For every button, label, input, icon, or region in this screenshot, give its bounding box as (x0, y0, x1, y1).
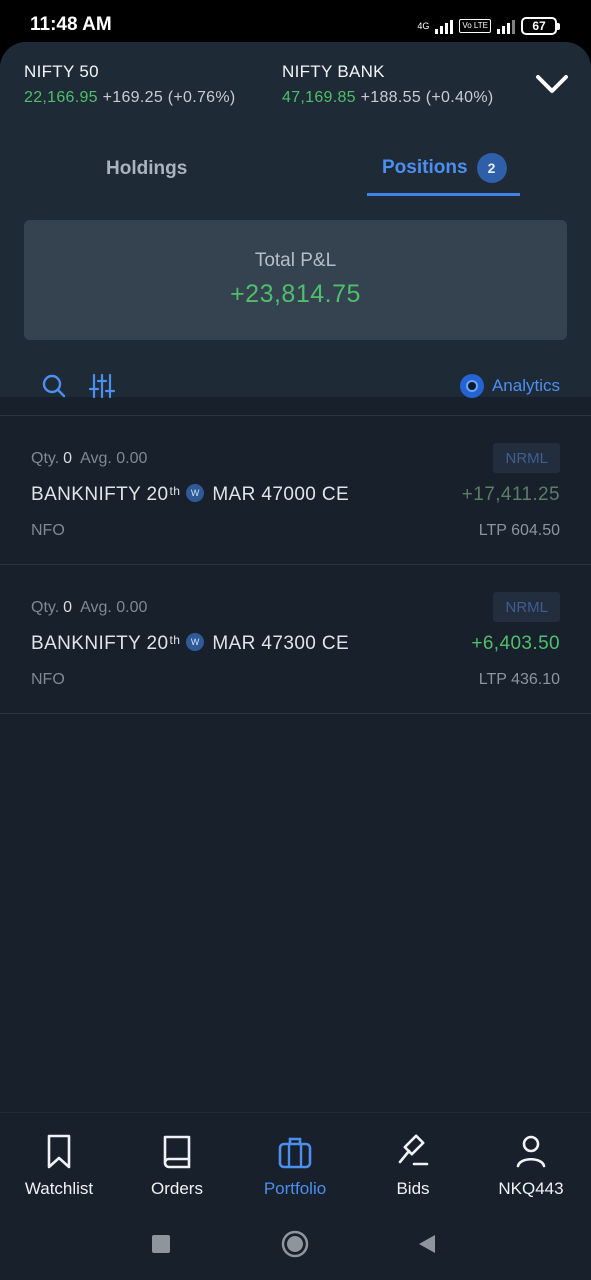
tab-positions[interactable]: Positions 2 (367, 142, 520, 196)
back-icon[interactable] (416, 1233, 438, 1255)
signal-icon-2 (497, 18, 515, 34)
date-suffix: th (169, 484, 181, 498)
portfolio-tabs: Holdings Positions 2 (0, 142, 591, 196)
status-icons: 4G Vo LTE 67 (417, 14, 560, 38)
circle-icon[interactable] (281, 1230, 309, 1258)
avg-label: Avg. (80, 599, 112, 616)
filter-icon[interactable] (88, 372, 116, 400)
square-icon[interactable] (151, 1234, 171, 1254)
avg-label: Avg. (80, 450, 112, 467)
signal-icon (435, 18, 454, 34)
analytics-button[interactable]: Analytics (459, 374, 560, 398)
index-value: 22,166.95 (24, 89, 98, 106)
tab-label: Positions (382, 156, 468, 178)
product-badge: NRML (493, 592, 560, 622)
date-suffix: th (169, 633, 181, 647)
nav-label: Watchlist (24, 1179, 94, 1198)
exchange-label: NFO (31, 671, 65, 688)
app-container: NIFTY 50 22,166.95 +169.25 (+0.76%) NIFT… (0, 42, 591, 1280)
nav-label: Orders (151, 1179, 203, 1198)
status-bar: 11:48 AM 4G Vo LTE 67 (0, 0, 591, 44)
qty-label: Qty. (31, 599, 60, 616)
nav-orders[interactable]: Orders (118, 1133, 236, 1199)
ltp-label: LTP 604.50 (478, 522, 560, 539)
system-nav-bar (0, 1212, 591, 1280)
contract-text: MAR 47000 CE (212, 484, 350, 505)
positions-toolbar: Analytics (0, 360, 591, 414)
nav-label: NKQ443 (498, 1179, 564, 1198)
index-nifty-50[interactable]: NIFTY 50 22,166.95 +169.25 (+0.76%) (24, 62, 236, 107)
search-icon[interactable] (40, 372, 68, 400)
positions-count-badge: 2 (476, 152, 507, 183)
qty-value: 0 (63, 450, 73, 467)
nav-profile[interactable]: NKQ443 (472, 1133, 590, 1199)
exchange-label: NFO (31, 522, 65, 539)
nav-label: Portfolio (263, 1179, 327, 1198)
user-icon (516, 1135, 546, 1168)
tab-label: Holdings (106, 158, 188, 179)
divider (0, 713, 591, 714)
qty-value: 0 (63, 599, 73, 616)
avg-value: 0.00 (116, 599, 148, 616)
network-type: 4G (417, 20, 430, 31)
chevron-down-icon[interactable] (527, 64, 577, 104)
status-time: 11:48 AM (30, 14, 112, 35)
nav-watchlist[interactable]: Watchlist (0, 1133, 118, 1199)
symbol-text: BANKNIFTY 20 (31, 633, 169, 654)
index-change: +188.55 (+0.40%) (360, 89, 494, 106)
total-pnl-card: Total P&L +23,814.75 (24, 220, 567, 340)
product-badge: NRML (493, 443, 560, 473)
nav-portfolio[interactable]: Portfolio (236, 1133, 354, 1199)
position-symbol: BANKNIFTY 20th W MAR 47300 CE (31, 633, 349, 655)
gavel-icon (398, 1134, 429, 1166)
bottom-nav: Watchlist Orders Portfolio Bids NKQ443 (0, 1112, 591, 1212)
position-meta: Qty. 0 Avg. 0.00 (31, 450, 147, 468)
pnl-label: Total P&L (254, 250, 337, 271)
briefcase-icon (278, 1137, 312, 1169)
weekly-badge: W (186, 633, 205, 651)
pnl-value: +23,814.75 (230, 280, 361, 308)
index-quote: 22,166.95 +169.25 (+0.76%) (24, 89, 236, 107)
ltp-label: LTP 436.10 (478, 671, 560, 688)
weekly-badge: W (186, 484, 205, 502)
contract-text: MAR 47300 CE (212, 633, 350, 654)
analytics-icon (459, 374, 484, 398)
nav-label: Bids (396, 1179, 430, 1198)
analytics-label: Analytics (491, 376, 560, 395)
index-nifty-bank[interactable]: NIFTY BANK 47,169.85 +188.55 (+0.40%) (282, 62, 494, 107)
index-change: +169.25 (+0.76%) (102, 89, 236, 106)
tab-holdings[interactable]: Holdings (106, 142, 187, 196)
position-row[interactable]: Qty. 0 Avg. 0.00 NRML BANKNIFTY 20th W MAR… (0, 565, 591, 713)
symbol-text: BANKNIFTY 20 (31, 484, 169, 505)
position-meta: Qty. 0 Avg. 0.00 (31, 599, 147, 617)
index-name: NIFTY 50 (24, 62, 99, 81)
avg-value: 0.00 (116, 450, 148, 467)
battery-icon: 67 (521, 17, 560, 35)
position-pnl: +17,411.25 (461, 484, 560, 505)
index-value: 47,169.85 (282, 89, 356, 106)
position-pnl: +6,403.50 (471, 633, 560, 654)
index-quote: 47,169.85 +188.55 (+0.40%) (282, 89, 494, 107)
volte-icon: Vo LTE (459, 19, 491, 33)
position-row[interactable]: Qty. 0 Avg. 0.00 NRML BANKNIFTY 20th W MAR… (0, 416, 591, 564)
position-symbol: BANKNIFTY 20th W MAR 47000 CE (31, 484, 349, 506)
header-panel: NIFTY 50 22,166.95 +169.25 (+0.76%) NIFT… (0, 42, 591, 397)
bookmark-icon (47, 1134, 71, 1169)
index-name: NIFTY BANK (282, 62, 385, 81)
book-icon (163, 1135, 191, 1169)
nav-bids[interactable]: Bids (354, 1133, 472, 1199)
qty-label: Qty. (31, 450, 60, 467)
